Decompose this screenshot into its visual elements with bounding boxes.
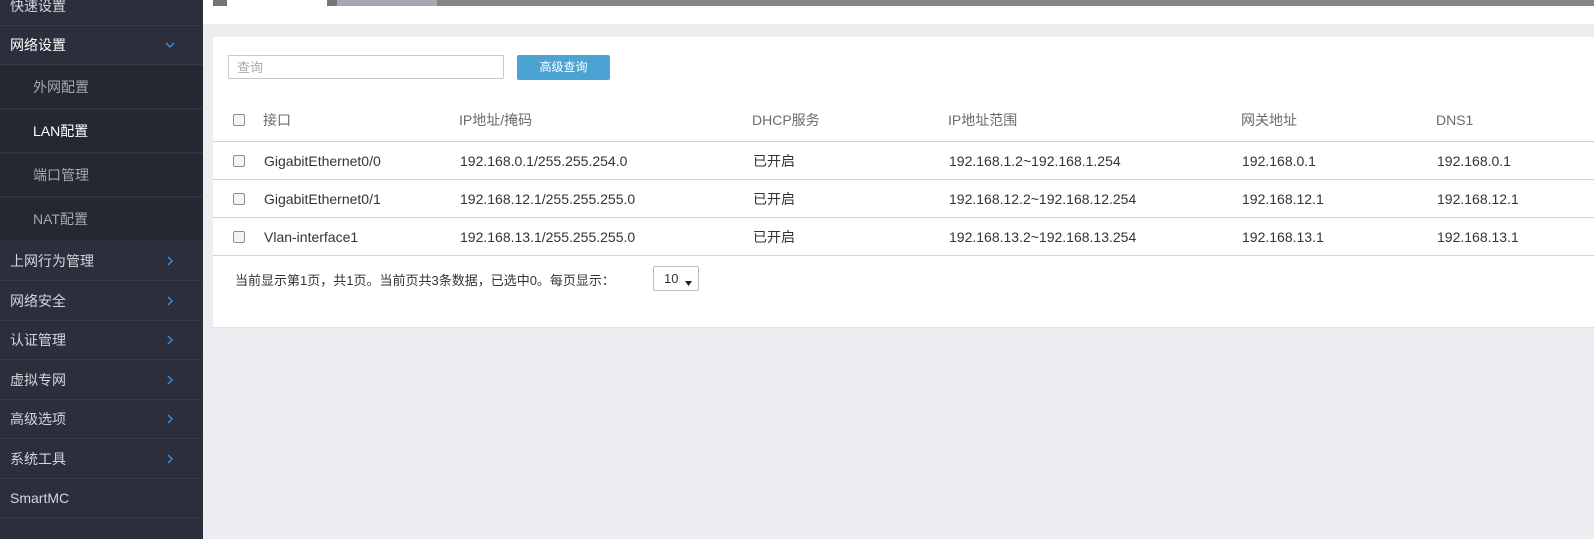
sidebar-subitem-label: NAT配置	[33, 211, 88, 227]
sidebar-subitem-nat-config[interactable]: NAT配置	[0, 198, 203, 241]
sidebar-item-quick-setup[interactable]: 快速设置	[0, 0, 203, 26]
sidebar-item-label: 系统工具	[10, 451, 66, 467]
sidebar: 快速设置 网络设置 外网配置 LAN配置 端口管理 NAT配置 上网行为管理 网…	[0, 0, 203, 539]
cell-dhcp: 已开启	[753, 152, 795, 169]
table-header: 接口 IP地址/掩码 DHCP服务 IP地址范围 网关地址 DNS1	[213, 99, 1594, 142]
select-all-checkbox[interactable]	[233, 114, 245, 126]
chevron-right-icon	[164, 400, 176, 438]
sidebar-item-vpn[interactable]: 虚拟专网	[0, 361, 203, 400]
pagination-status: 当前显示第1页，共1页。当前页共3条数据，已选中0。每页显示：	[235, 273, 615, 288]
cell-interface: GigabitEthernet0/1	[264, 190, 381, 207]
chevron-right-icon	[164, 361, 176, 399]
cell-dns1: 192.168.0.1	[1437, 152, 1511, 169]
cell-gateway: 192.168.13.1	[1242, 228, 1324, 245]
lan-config-panel: 高级查询 接口 IP地址/掩码 DHCP服务 IP地址范围 网关地址 DNS1 …	[213, 37, 1594, 328]
sidebar-item-behavior-management[interactable]: 上网行为管理	[0, 242, 203, 281]
page-size-value: 10	[664, 271, 679, 286]
tab-secondary[interactable]	[337, 0, 437, 6]
chevron-right-icon	[164, 242, 176, 280]
table-row[interactable]: GigabitEthernet0/1 192.168.12.1/255.255.…	[213, 180, 1594, 218]
cell-dhcp: 已开启	[753, 228, 795, 245]
sidebar-item-label: 网络安全	[10, 293, 66, 309]
cell-ip-mask: 192.168.12.1/255.255.255.0	[460, 190, 636, 207]
sidebar-item-network-settings[interactable]: 网络设置	[0, 26, 203, 65]
sidebar-item-label: 高级选项	[10, 411, 66, 427]
table-row[interactable]: GigabitEthernet0/0 192.168.0.1/255.255.2…	[213, 142, 1594, 180]
sidebar-item-label: 认证管理	[10, 332, 66, 348]
cell-dhcp: 已开启	[753, 190, 795, 207]
search-input[interactable]	[228, 55, 504, 79]
sidebar-item-auth-management[interactable]: 认证管理	[0, 321, 203, 360]
cell-dns1: 192.168.13.1	[1437, 228, 1519, 245]
column-header-ip-mask: IP地址/掩码	[459, 112, 533, 128]
sidebar-item-system-tools[interactable]: 系统工具	[0, 440, 203, 479]
sidebar-subitem-label: 端口管理	[33, 167, 89, 183]
column-header-ip-range: IP地址范围	[948, 112, 1018, 128]
sidebar-item-label: 虚拟专网	[10, 372, 66, 388]
row-checkbox[interactable]	[233, 192, 245, 205]
tab-active[interactable]	[227, 0, 327, 6]
sidebar-subitem-port-management[interactable]: 端口管理	[0, 154, 203, 197]
row-checkbox[interactable]	[233, 154, 245, 167]
cell-gateway: 192.168.0.1	[1242, 152, 1316, 169]
table-row[interactable]: Vlan-interface1 192.168.13.1/255.255.255…	[213, 218, 1594, 256]
cell-ip-mask: 192.168.0.1/255.255.254.0	[460, 152, 628, 169]
chevron-right-icon	[164, 282, 176, 320]
tab-divider	[327, 0, 337, 6]
sidebar-item-label: 上网行为管理	[10, 253, 94, 269]
sidebar-item-network-security[interactable]: 网络安全	[0, 282, 203, 321]
sidebar-subitem-label: LAN配置	[33, 123, 89, 139]
page-size-select[interactable]: 10	[653, 266, 699, 291]
cell-ip-range: 192.168.12.2~192.168.12.254	[949, 190, 1137, 207]
cell-interface: GigabitEthernet0/0	[264, 152, 381, 169]
cell-gateway: 192.168.12.1	[1242, 190, 1324, 207]
sidebar-item-label: 网络设置	[10, 37, 66, 53]
column-header-dhcp: DHCP服务	[752, 112, 820, 128]
column-header-interface: 接口	[263, 112, 291, 128]
cell-ip-range: 192.168.1.2~192.168.1.254	[949, 152, 1121, 169]
sidebar-subitem-label: 外网配置	[33, 79, 89, 95]
chevron-down-icon	[164, 26, 176, 64]
cell-dns1: 192.168.12.1	[1437, 190, 1519, 207]
sidebar-item-label: SmartMC	[10, 490, 70, 506]
cell-ip-mask: 192.168.13.1/255.255.255.0	[460, 228, 636, 245]
chevron-right-icon	[164, 321, 176, 359]
caret-down-icon	[685, 275, 692, 290]
sidebar-item-label: 快速设置	[10, 0, 66, 14]
cell-interface: Vlan-interface1	[264, 228, 359, 245]
sidebar-item-smartmc[interactable]: SmartMC	[0, 479, 203, 518]
advanced-search-button[interactable]: 高级查询	[517, 55, 610, 80]
tab-bar-edge	[213, 0, 227, 6]
sidebar-subitem-lan-config[interactable]: LAN配置	[0, 110, 203, 153]
sidebar-item-advanced-options[interactable]: 高级选项	[0, 400, 203, 439]
cell-ip-range: 192.168.13.2~192.168.13.254	[949, 228, 1137, 245]
column-header-dns1: DNS1	[1436, 112, 1474, 128]
sidebar-subitem-wan-config[interactable]: 外网配置	[0, 66, 203, 109]
chevron-right-icon	[164, 440, 176, 478]
tab-bar-track	[437, 0, 1594, 6]
column-header-gateway: 网关地址	[1241, 112, 1297, 128]
row-checkbox[interactable]	[233, 230, 245, 243]
